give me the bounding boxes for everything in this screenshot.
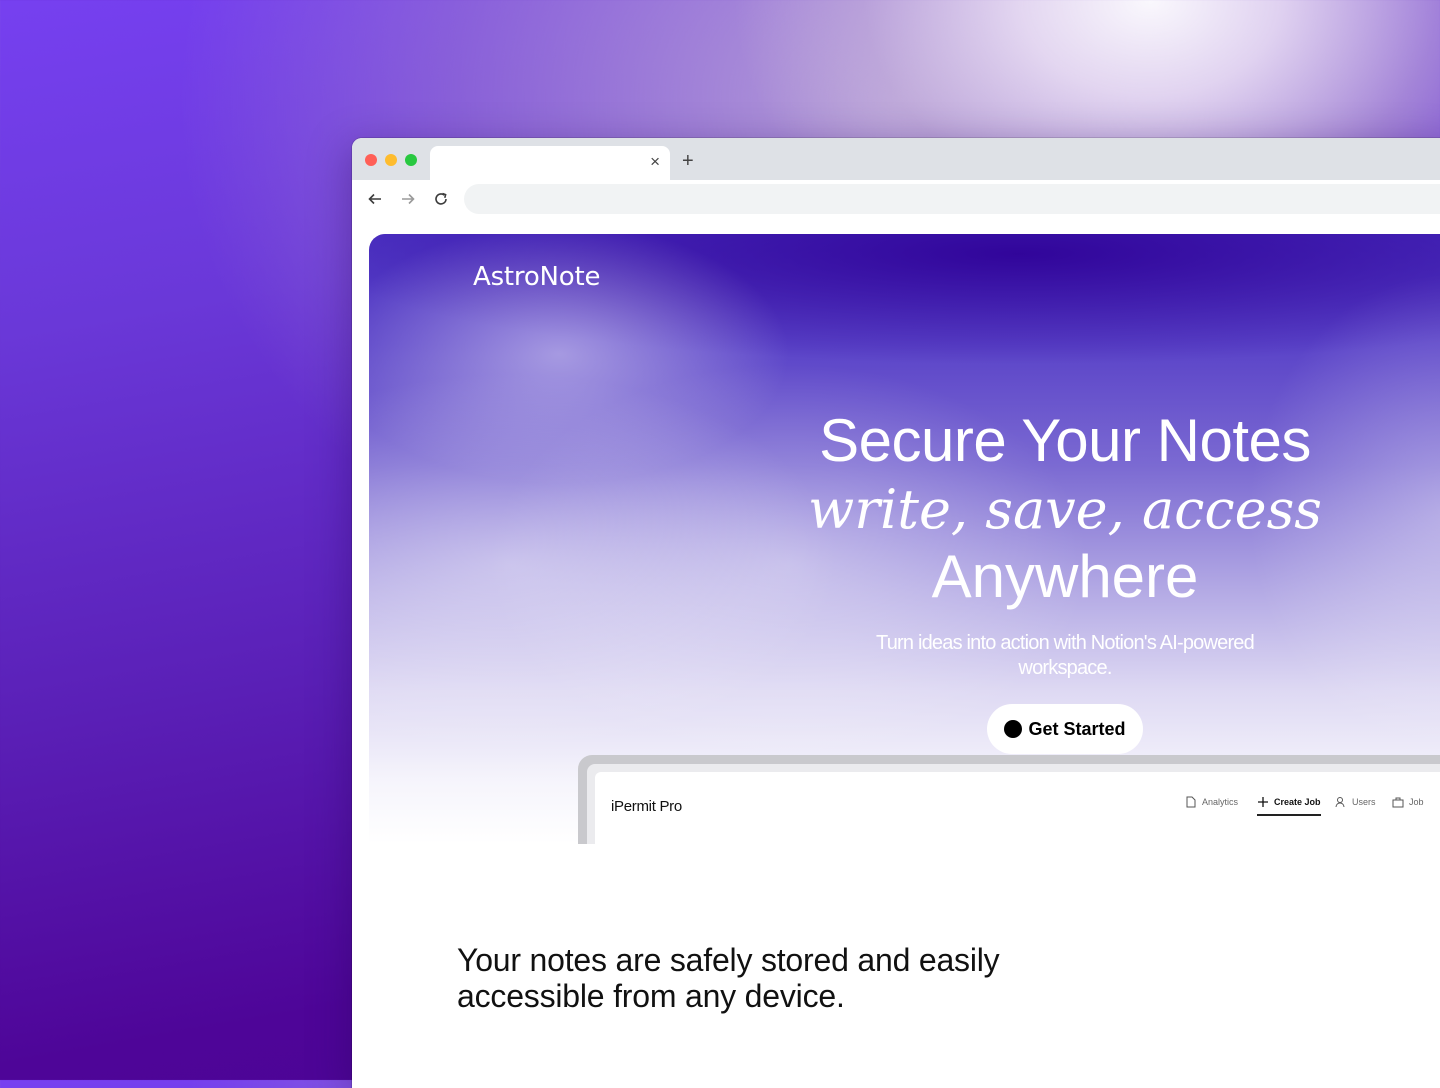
browser-tab[interactable]: ×: [430, 146, 670, 180]
forward-arrow-icon[interactable]: [397, 188, 419, 210]
briefcase-icon: [1392, 796, 1404, 808]
hero-subtitle: Turn ideas into action with Notion's AI-…: [876, 632, 1255, 679]
app-nav-label: Create Job: [1274, 797, 1321, 807]
reload-icon[interactable]: [430, 188, 452, 210]
app-nav-label: Analytics: [1202, 797, 1239, 807]
get-started-label: Get Started: [1028, 718, 1126, 739]
hero-headline: Secure Your Notes: [819, 407, 1311, 474]
app-preview-frame: iPermit Pro Analytics Create Job Users J…: [578, 755, 1440, 844]
app-nav-job[interactable]: Job: [1392, 796, 1424, 814]
plus-icon: [1257, 796, 1269, 808]
hero-section: AstroNote Secure Your Notes write, save,…: [369, 234, 1440, 844]
feature-description: Your notes are safely stored and easily …: [457, 942, 1000, 1014]
app-nav-label: Job: [1409, 797, 1424, 807]
app-nav-users[interactable]: Users: [1335, 796, 1376, 814]
hero-tagline: write, save, access: [807, 478, 1323, 541]
app-nav-create-job[interactable]: Create Job: [1257, 796, 1321, 816]
minimize-window-dot[interactable]: [385, 154, 397, 166]
app-preview-screen: iPermit Pro Analytics Create Job Users J…: [587, 764, 1440, 844]
close-window-dot[interactable]: [365, 154, 377, 166]
browser-toolbar: [352, 180, 1440, 220]
app-title: iPermit Pro: [611, 798, 682, 815]
browser-window: × + AstroNote Secure Your Notes write, s…: [352, 138, 1440, 1088]
hero-headline-end: Anywhere: [931, 543, 1199, 610]
app-preview-header: iPermit Pro Analytics Create Job Users J…: [595, 772, 1440, 844]
features-section: Your notes are safely stored and easily …: [352, 844, 1440, 1088]
plus-icon[interactable]: +: [682, 150, 694, 172]
dot-icon: [1004, 720, 1023, 738]
close-icon[interactable]: ×: [650, 152, 660, 172]
get-started-button[interactable]: Get Started: [987, 704, 1143, 754]
back-arrow-icon[interactable]: [364, 188, 386, 210]
tab-bar: × +: [352, 138, 1440, 180]
app-nav-label: Users: [1352, 797, 1376, 807]
address-bar[interactable]: [464, 184, 1440, 214]
maximize-window-dot[interactable]: [405, 154, 417, 166]
users-icon: [1335, 796, 1347, 808]
app-nav-analytics[interactable]: Analytics: [1185, 796, 1238, 814]
site-brand[interactable]: AstroNote: [473, 262, 601, 292]
document-icon: [1185, 796, 1197, 808]
